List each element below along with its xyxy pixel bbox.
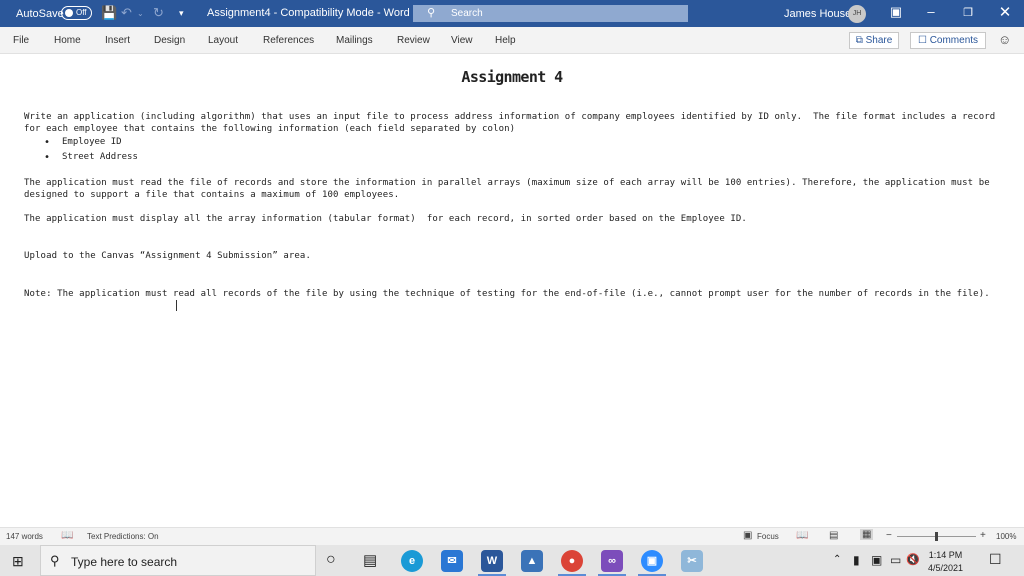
autosave-state: Off [76, 8, 87, 17]
autosave-label: AutoSave [16, 8, 64, 20]
document-page[interactable]: Assignment 4 Write an application (inclu… [0, 55, 1024, 527]
visual-studio-icon[interactable]: ∞ [598, 550, 626, 576]
paragraph-upload: Upload to the Canvas “Assignment 4 Submi… [24, 251, 311, 261]
paragraph-display: The application must display all the arr… [24, 214, 747, 224]
tab-help[interactable]: Help [495, 35, 516, 46]
search-placeholder: Search [451, 8, 483, 19]
cortana-icon[interactable]: ○ [326, 551, 336, 569]
tab-file[interactable]: File [13, 35, 29, 46]
battery-icon[interactable]: ▭ [890, 553, 901, 567]
avatar[interactable]: JH [848, 5, 866, 23]
title-bar: AutoSave Off 💾 ↶ ⌄ ↻ ▾ Assignment4 - Com… [0, 0, 1024, 27]
proofing-icon[interactable]: 📖 [61, 530, 73, 541]
text-predictions-status[interactable]: Text Predictions: On [87, 532, 159, 541]
tab-layout[interactable]: Layout [208, 35, 238, 46]
network-icon[interactable]: ▣ [871, 553, 882, 567]
document-heading: Assignment 4 [461, 68, 563, 86]
search-icon: ⚲ [427, 7, 436, 19]
volume-muted-icon[interactable]: 🔇 [906, 553, 920, 566]
comment-icon: ☐ [917, 35, 930, 46]
bullet-text: Street Address [62, 152, 138, 162]
paragraph-arrays: The application must read the file of re… [24, 178, 996, 200]
windows-taskbar: ⊞ ⚲ Type here to search ○ ▤ e ✉ W ▲ ● ∞ … [0, 545, 1024, 576]
feedback-smiley-icon[interactable]: ☺ [998, 32, 1011, 47]
microphone-icon[interactable]: ▮ [853, 553, 860, 567]
focus-icon[interactable]: ▣ [743, 530, 752, 541]
share-icon: ⧉ [855, 35, 866, 46]
chrome-icon[interactable]: ● [558, 550, 586, 576]
zoom-level[interactable]: 100% [996, 532, 1016, 541]
bullet-text: Employee ID [62, 137, 122, 147]
save-icon[interactable]: 💾 [101, 5, 117, 21]
windows-start-icon[interactable]: ⊞ [12, 553, 24, 570]
tab-review[interactable]: Review [397, 35, 430, 46]
tab-insert[interactable]: Insert [105, 35, 130, 46]
close-icon[interactable]: ✕ [993, 3, 1017, 21]
minimize-icon[interactable]: – [919, 4, 943, 19]
system-clock[interactable]: 1:14 PM 4/5/2021 [928, 549, 963, 575]
comments-label: Comments [929, 35, 979, 46]
status-bar: 147 words 📖 Text Predictions: On ▣ Focus… [0, 527, 1024, 545]
word-icon[interactable]: W [478, 550, 506, 576]
zoom-app-icon[interactable]: ▣ [638, 550, 666, 576]
ribbon-tabs: File Home Insert Design Layout Reference… [0, 27, 1024, 54]
restore-icon[interactable]: ❐ [956, 6, 980, 19]
share-button[interactable]: ⧉ Share [849, 32, 899, 49]
clock-time: 1:14 PM [928, 550, 963, 560]
zoom-out-button[interactable]: − [886, 530, 892, 541]
photos-icon[interactable]: ▲ [521, 550, 543, 572]
edge-icon[interactable]: e [401, 550, 423, 572]
document-title: Assignment4 - Compatibility Mode - Word [207, 7, 410, 19]
user-name[interactable]: James House [784, 8, 851, 20]
tab-view[interactable]: View [451, 35, 473, 46]
clock-date: 4/5/2021 [928, 563, 964, 573]
read-mode-icon[interactable]: 📖 [796, 530, 808, 541]
undo-dropdown-icon[interactable]: ⌄ [137, 9, 144, 18]
search-box[interactable]: ⚲ Search [413, 5, 688, 22]
zoom-slider-thumb[interactable] [934, 532, 938, 541]
customize-quick-access-icon[interactable]: ▾ [179, 8, 184, 19]
focus-label[interactable]: Focus [757, 532, 779, 541]
paragraph-note: Note: The application must read all reco… [24, 289, 990, 299]
snipping-tool-icon[interactable]: ✂ [681, 550, 703, 572]
share-label: Share [865, 35, 893, 46]
notifications-icon[interactable]: ☐ [989, 551, 1002, 568]
zoom-in-button[interactable]: + [980, 530, 986, 541]
undo-icon[interactable]: ↶ [121, 5, 132, 21]
web-layout-icon[interactable]: ▦ [860, 529, 874, 540]
mail-icon[interactable]: ✉ [441, 550, 463, 572]
task-view-icon[interactable]: ▤ [363, 551, 377, 569]
tab-home[interactable]: Home [54, 35, 81, 46]
taskbar-search-placeholder: Type here to search [71, 555, 178, 569]
text-cursor [176, 300, 177, 311]
search-icon: ⚲ [50, 553, 60, 568]
tab-references[interactable]: References [263, 35, 314, 46]
print-layout-icon[interactable]: ▤ [829, 530, 838, 541]
paragraph-intro: Write an application (including algorith… [24, 112, 1001, 134]
tab-mailings[interactable]: Mailings [336, 35, 373, 46]
tab-design[interactable]: Design [154, 35, 185, 46]
word-count[interactable]: 147 words [6, 532, 43, 541]
redo-icon[interactable]: ↻ [153, 5, 164, 21]
ribbon-display-options-icon[interactable]: ▣ [884, 4, 908, 20]
taskbar-search-box[interactable]: ⚲ Type here to search [40, 545, 316, 576]
show-hidden-icons-icon[interactable]: ⌃ [833, 554, 841, 565]
comments-button[interactable]: ☐ Comments [910, 32, 986, 49]
autosave-toggle[interactable]: Off [61, 6, 92, 20]
